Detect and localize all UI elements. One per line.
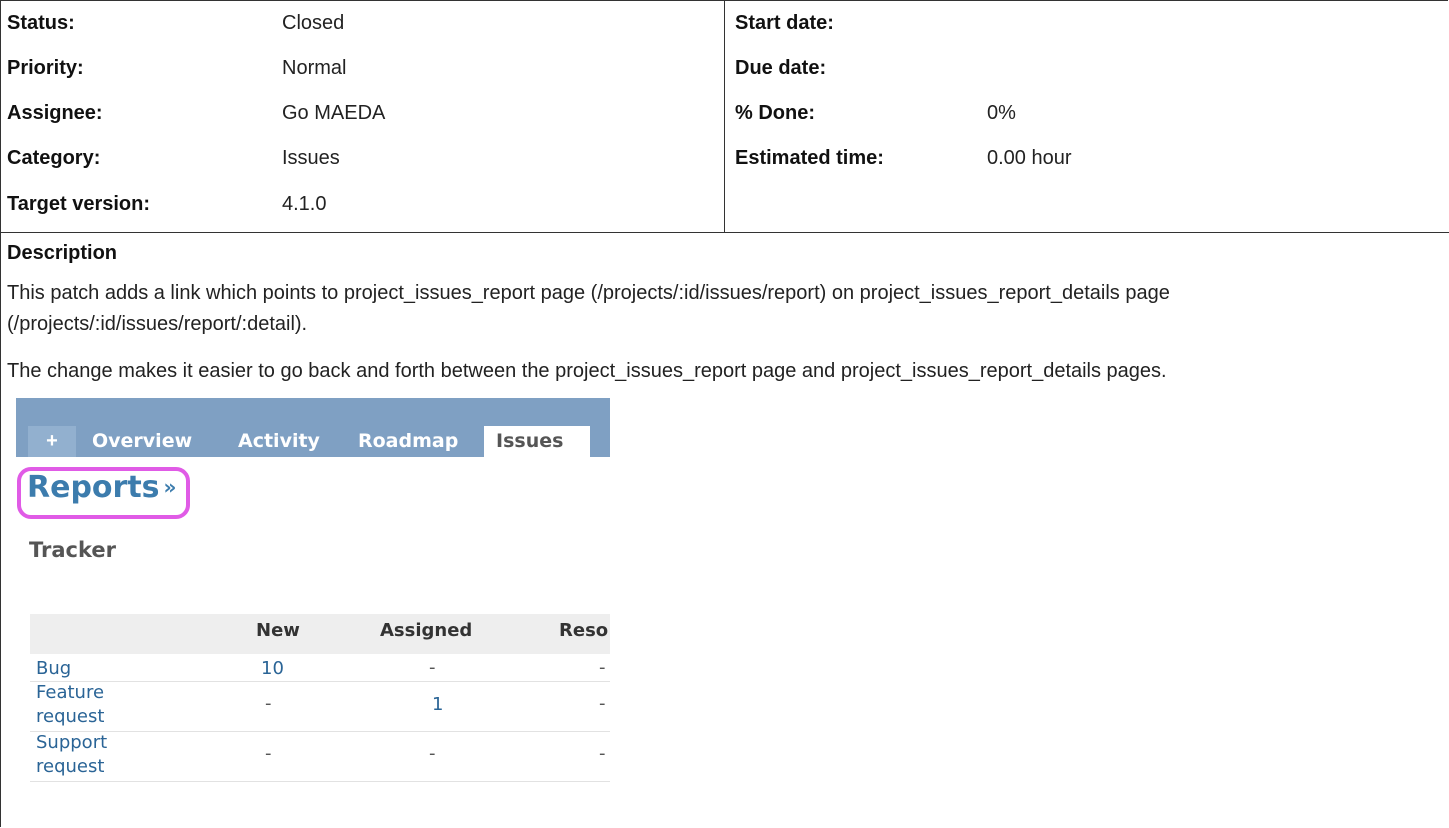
screenshot-reports-link: Reports» xyxy=(27,470,176,505)
screenshot-table-header xyxy=(30,614,610,654)
row-divider xyxy=(30,781,610,782)
attribute-value: 4.1.0 xyxy=(282,193,327,215)
attribute-estimated-time: Estimated time: 0.00 hour xyxy=(725,135,1449,180)
attribute-value: Normal xyxy=(282,57,347,79)
attribute-target-version: Target version: 4.1.0 xyxy=(0,181,724,226)
attribute-label: Category: xyxy=(7,147,101,169)
attribute-value: Go MAEDA xyxy=(282,102,386,124)
count-cell: - xyxy=(599,743,606,764)
attribute-label: Status: xyxy=(7,12,75,34)
count-link: 10 xyxy=(261,658,284,679)
count-cell: - xyxy=(599,693,606,714)
issue-attributes: Status: Closed Priority: Normal Assignee… xyxy=(0,0,1449,232)
reports-label: Reports xyxy=(27,470,160,505)
attribute-value: Closed xyxy=(282,12,345,34)
count-cell: - xyxy=(265,743,272,764)
attribute-label: Target version: xyxy=(7,193,150,215)
count-cell: - xyxy=(429,743,436,764)
attribute-due-date: Due date: xyxy=(725,45,1449,90)
raquo-icon: » xyxy=(163,475,177,499)
tracker-link: Bug xyxy=(36,658,72,679)
attributes-right-column: Start date: Due date: % Done: 0% Estimat… xyxy=(725,0,1449,232)
tracker-link: Support xyxy=(36,732,108,753)
description-title: Description xyxy=(7,242,118,264)
screenshot-tab-roadmap: Roadmap xyxy=(358,430,459,452)
tracker-link: request xyxy=(36,756,105,777)
count-link: 1 xyxy=(432,694,444,715)
tracker-link: request xyxy=(36,706,105,727)
attribute-label: Priority: xyxy=(7,57,84,79)
count-cell: - xyxy=(429,657,436,678)
attribute-label: Due date: xyxy=(735,57,827,79)
attribute-label: Estimated time: xyxy=(735,147,884,169)
attribute-status: Status: Closed xyxy=(0,0,724,45)
header-resolved: Reso xyxy=(559,620,609,641)
attribute-done-ratio: % Done: 0% xyxy=(725,90,1449,135)
attribute-category: Category: Issues xyxy=(0,135,724,180)
attribute-value: 0.00 hour xyxy=(987,147,1072,169)
tracker-link: Feature xyxy=(36,682,105,703)
attribute-value: 0% xyxy=(987,102,1016,124)
attributes-left-column: Status: Closed Priority: Normal Assignee… xyxy=(0,0,725,232)
screenshot-plus-tab: + xyxy=(28,426,76,457)
section-divider xyxy=(0,232,1449,233)
description-line: (/projects/:id/issues/report/:detail). xyxy=(7,313,308,335)
screenshot-tab-issues: Issues xyxy=(484,426,590,457)
header-new: New xyxy=(256,620,300,641)
count-cell: - xyxy=(265,693,272,714)
attribute-label: % Done: xyxy=(735,102,815,124)
screenshot-tab-overview: Overview xyxy=(92,430,193,452)
header-assigned: Assigned xyxy=(380,620,473,641)
attribute-priority: Priority: Normal xyxy=(0,45,724,90)
description-paragraph: The change makes it easier to go back an… xyxy=(7,360,1167,382)
count-cell: - xyxy=(599,657,606,678)
screenshot-tab-activity: Activity xyxy=(238,430,320,452)
row-divider xyxy=(30,731,610,732)
description-line: This patch adds a link which points to p… xyxy=(7,282,1170,304)
attribute-value: Issues xyxy=(282,147,340,169)
embedded-screenshot: + Overview Activity Roadmap Issues Repor… xyxy=(16,398,610,803)
attribute-label: Assignee: xyxy=(7,102,103,124)
attribute-start-date: Start date: xyxy=(725,0,1449,45)
row-divider xyxy=(30,681,610,682)
attribute-label: Start date: xyxy=(735,12,834,34)
screenshot-section-title: Tracker xyxy=(29,538,116,562)
attribute-assignee: Assignee: Go MAEDA xyxy=(0,90,724,135)
